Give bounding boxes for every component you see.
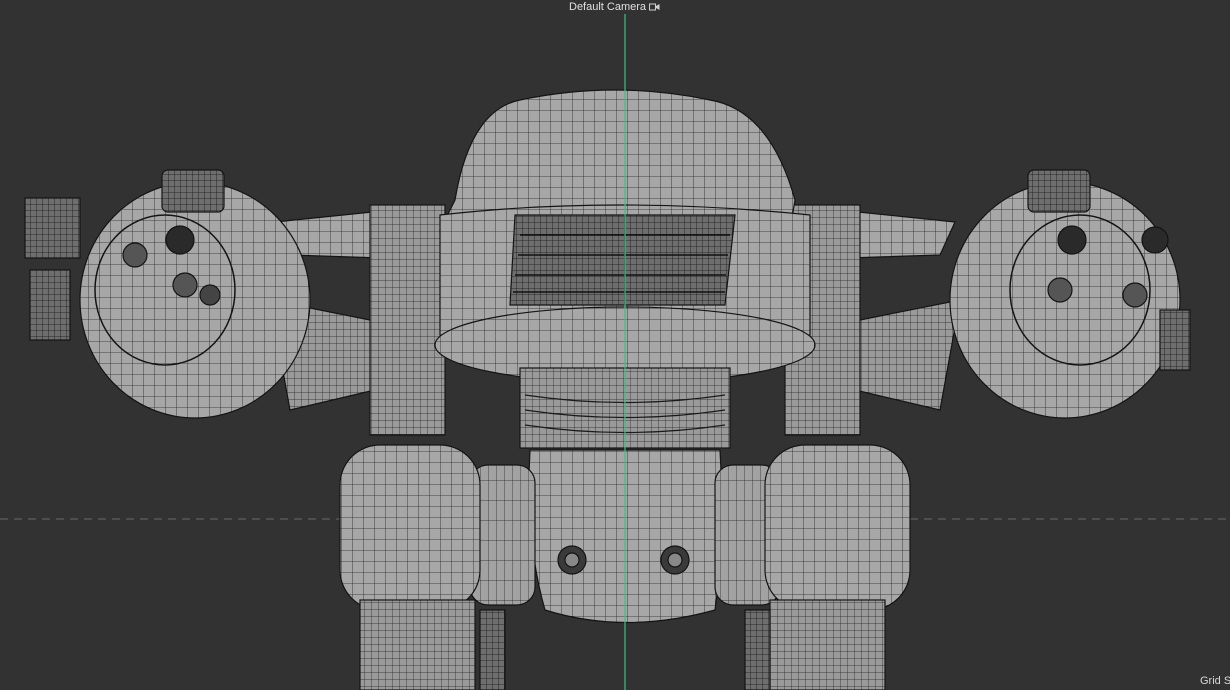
camera-icon[interactable] [649,2,660,12]
robot-mesh [24,89,1191,690]
left-leg-upper [359,599,476,690]
right-leg-upper [769,599,886,690]
camera-label-text: Default Camera [569,1,647,13]
left-gun-pod [79,181,311,419]
3d-viewport[interactable]: Default Camera Grid S [0,0,1230,690]
left-hip-drum [339,444,481,611]
right-hip-drum [764,444,911,611]
camera-label[interactable]: Default Camera [569,0,660,14]
viewport-scene[interactable] [0,0,1230,690]
torso-left-frame [369,204,446,436]
grid-label: Grid S [1200,675,1230,687]
right-gun-barrel [854,299,961,411]
